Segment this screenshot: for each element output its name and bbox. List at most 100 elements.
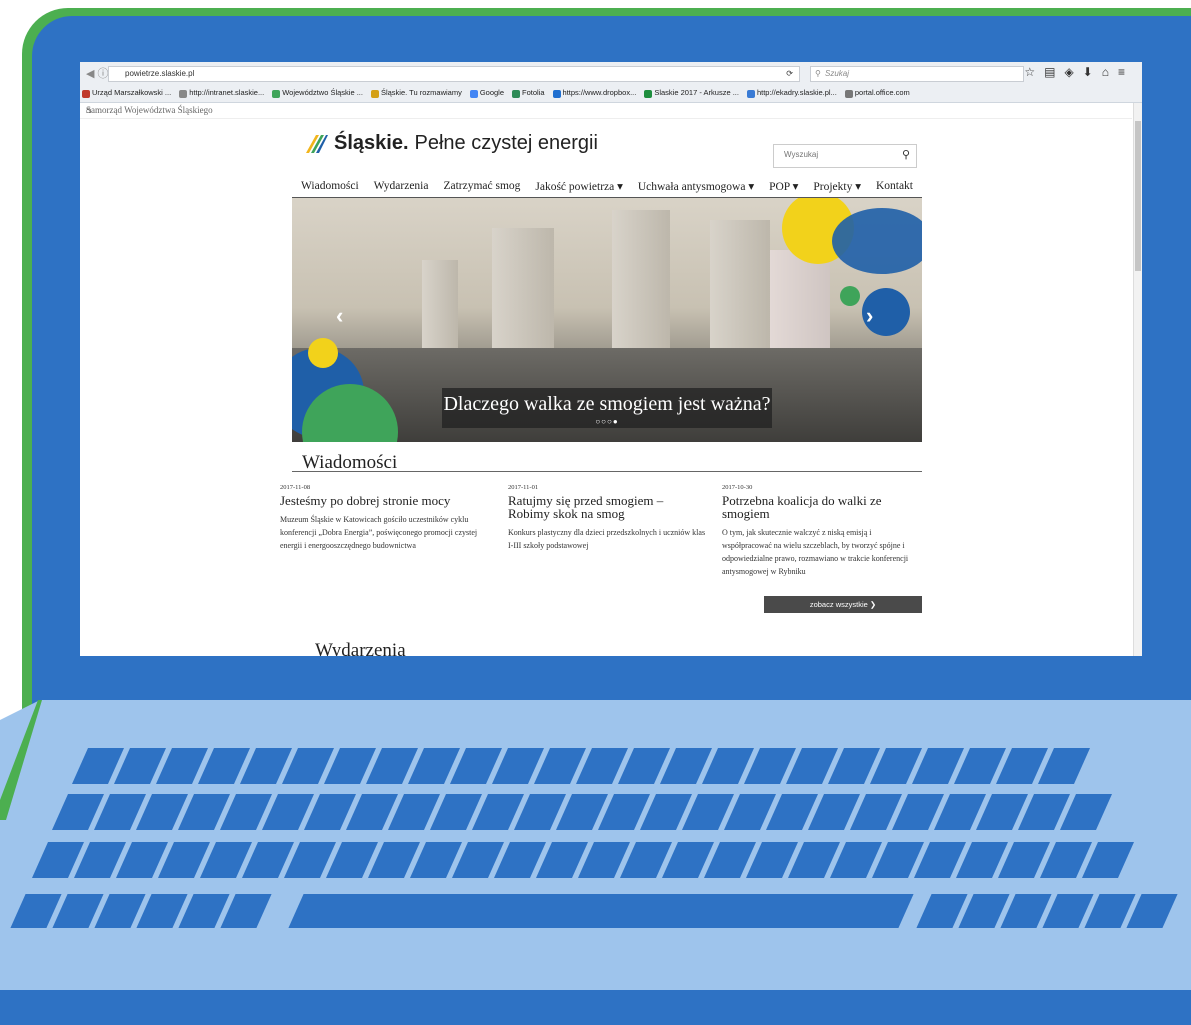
building xyxy=(770,250,830,355)
news-title[interactable]: Jesteśmy po dobrej stronie mocy xyxy=(280,494,480,507)
nav-item-pop[interactable]: POP ▾ xyxy=(769,179,798,193)
news-date: 2017-10-30 xyxy=(722,484,753,491)
browser-search-placeholder: Szukaj xyxy=(825,69,850,78)
hero-slider[interactable]: ‹ › Dlaczego walka ze smogiem jest ważna… xyxy=(292,198,922,442)
news-lead: O tym, jak skutecznie walczyć z niską em… xyxy=(722,528,909,576)
main-nav: Wiadomości Wydarzenia Zatrzymać smog Jak… xyxy=(292,174,922,198)
bookmark-item[interactable]: https://www.dropbox... xyxy=(552,88,637,98)
star-icon[interactable]: ☆ xyxy=(1024,65,1044,79)
hero-caption-text: Dlaczego walka ze smogiem jest ważna? xyxy=(443,393,771,415)
bookmarks-bar: Urząd Marszałkowski ... http://intranet.s… xyxy=(82,85,910,101)
news-lead: Muzeum Śląskie w Katowicach gościło ucze… xyxy=(280,515,478,550)
bookmark-label: http://ekadry.slaskie.pl... xyxy=(756,88,837,98)
site-topbar: Samorząd Województwa Śląskiego ⌂ xyxy=(80,103,1132,119)
bookmark-item[interactable]: Śląskie. Tu rozmawiamy xyxy=(370,88,462,98)
laptop-illustration: ◀ ⓘ powietrze.slaskie.pl ⟳ ⚲ Szukaj ☆▤◈⬇… xyxy=(0,0,1191,1025)
browser-chrome: ◀ ⓘ powietrze.slaskie.pl ⟳ ⚲ Szukaj ☆▤◈⬇… xyxy=(80,62,1142,103)
building xyxy=(492,228,554,353)
logo-title: Śląskie. xyxy=(334,132,409,154)
keyboard-key xyxy=(1081,842,1135,878)
bookmark-item[interactable]: http://intranet.slaskie... xyxy=(179,88,265,98)
bookmark-item[interactable]: Google xyxy=(469,88,505,98)
toolbar-icons: ☆▤◈⬇⌂≡ xyxy=(1024,65,1134,79)
nav-item-jakosc-powietrza[interactable]: Jakość powietrza ▾ xyxy=(535,179,623,193)
bookmark-icon xyxy=(746,89,755,98)
keyboard-key xyxy=(220,894,272,928)
news-date: 2017-11-01 xyxy=(508,484,539,491)
news-divider xyxy=(292,471,922,472)
news-item[interactable]: 2017-10-30 Potrzebna koalicja do walki z… xyxy=(722,484,922,578)
logo-tagline: Pełne czystej energii xyxy=(414,132,598,154)
address-text: powietrze.slaskie.pl xyxy=(125,69,195,78)
bookmark-icon xyxy=(512,89,521,98)
bookmark-item[interactable]: Fotolia xyxy=(512,88,545,98)
slider-dots[interactable]: ○○○● xyxy=(442,418,772,426)
slider-prev-icon[interactable]: ‹ xyxy=(336,303,343,329)
bookmark-label: https://www.dropbox... xyxy=(562,88,637,98)
download-icon[interactable]: ⬇ xyxy=(1083,65,1102,79)
bookmark-icon xyxy=(552,89,561,98)
search-input[interactable] xyxy=(782,149,886,160)
site-logo[interactable]: Śląskie. Pełne czystej energii xyxy=(302,132,598,155)
bookmark-label: http://intranet.slaskie... xyxy=(189,88,265,98)
keyboard-key xyxy=(1059,794,1113,830)
bookmark-item[interactable]: Slaskie 2017 - Arkusze ... xyxy=(644,88,739,98)
news-item[interactable]: 2017-11-08 Jesteśmy po dobrej stronie mo… xyxy=(280,484,480,552)
nav-item-uchwala-antysmogowa[interactable]: Uchwała antysmogowa ▾ xyxy=(638,179,754,193)
bookmark-item[interactable]: portal.office.com xyxy=(844,88,910,98)
menu-icon[interactable]: ≡ xyxy=(1118,65,1134,79)
home-icon[interactable]: ⌂ xyxy=(1102,65,1118,79)
news-title[interactable]: Potrzebna koalicja do walki ze smogiem xyxy=(722,494,922,520)
nav-item-kontakt[interactable]: Kontakt xyxy=(876,180,913,192)
keyboard-key xyxy=(1126,894,1178,928)
bookmark-icon xyxy=(370,89,379,98)
bookmark-item[interactable]: Województwo Śląskie ... xyxy=(272,88,363,98)
slider-next-icon[interactable]: › xyxy=(866,303,873,329)
decor-circle xyxy=(840,286,860,306)
building xyxy=(612,210,670,350)
keyboard-spacebar xyxy=(288,894,914,928)
laptop-base xyxy=(0,990,1191,1025)
news-title[interactable]: Ratujmy się przed smogiem – Robimy skok … xyxy=(508,494,708,520)
address-bar[interactable]: powietrze.slaskie.pl ⟳ xyxy=(108,66,800,82)
nav-item-wydarzenia[interactable]: Wydarzenia xyxy=(374,180,429,192)
home-icon[interactable]: ⌂ xyxy=(86,105,1122,116)
bookmark-label: Województwo Śląskie ... xyxy=(282,88,363,98)
reading-list-icon[interactable]: ▤ xyxy=(1044,65,1064,79)
decor-circle xyxy=(832,208,922,274)
bookmark-label: Urząd Marszałkowski ... xyxy=(92,88,172,98)
nav-item-wiadomosci[interactable]: Wiadomości xyxy=(301,180,359,192)
browser-search[interactable]: ⚲ Szukaj xyxy=(810,66,1024,82)
nav-item-zatrzymac-smog[interactable]: Zatrzymać smog xyxy=(443,180,520,192)
bookmark-item[interactable]: Urząd Marszałkowski ... xyxy=(82,88,172,98)
bookmark-icon xyxy=(644,89,653,98)
bookmark-icon xyxy=(82,89,90,98)
building xyxy=(422,260,458,355)
keyboard xyxy=(0,748,1191,938)
bookmark-label: Śląskie. Tu rozmawiamy xyxy=(380,88,462,98)
bookmark-label: Google xyxy=(479,88,505,98)
url-row: ◀ ⓘ powietrze.slaskie.pl ⟳ ⚲ Szukaj ☆▤◈⬇… xyxy=(80,62,1142,84)
search-icon[interactable]: ⚲ xyxy=(902,148,910,161)
keyboard-key xyxy=(1037,748,1091,784)
bookmark-icon xyxy=(272,89,281,98)
site-search: ⚲ xyxy=(773,144,917,168)
laptop-screen: ◀ ⓘ powietrze.slaskie.pl ⟳ ⚲ Szukaj ☆▤◈⬇… xyxy=(80,62,1142,656)
pocket-icon[interactable]: ◈ xyxy=(1064,65,1082,79)
nav-item-projekty[interactable]: Projekty ▾ xyxy=(813,179,861,193)
events-heading: Wydarzenia xyxy=(315,640,406,656)
back-icon[interactable]: ◀ ⓘ xyxy=(86,65,109,81)
bookmark-item[interactable]: http://ekadry.slaskie.pl... xyxy=(746,88,837,98)
news-item[interactable]: 2017-11-01 Ratujmy się przed smogiem – R… xyxy=(508,484,708,552)
decor-circle xyxy=(308,338,338,368)
scrollbar-thumb[interactable] xyxy=(1135,121,1141,271)
logo-icon xyxy=(306,134,328,153)
building xyxy=(710,220,770,355)
hero-caption[interactable]: Dlaczego walka ze smogiem jest ważna? ○○… xyxy=(442,388,772,428)
page-scrollbar[interactable] xyxy=(1133,103,1142,656)
reload-icon[interactable]: ⟳ xyxy=(786,69,793,78)
see-all-button[interactable]: zobacz wszystkie ❯ xyxy=(764,596,922,613)
news-lead: Konkurs plastyczny dla dzieci przedszkol… xyxy=(508,528,706,550)
bookmark-icon xyxy=(469,89,478,98)
bookmark-label: Fotolia xyxy=(522,88,545,98)
